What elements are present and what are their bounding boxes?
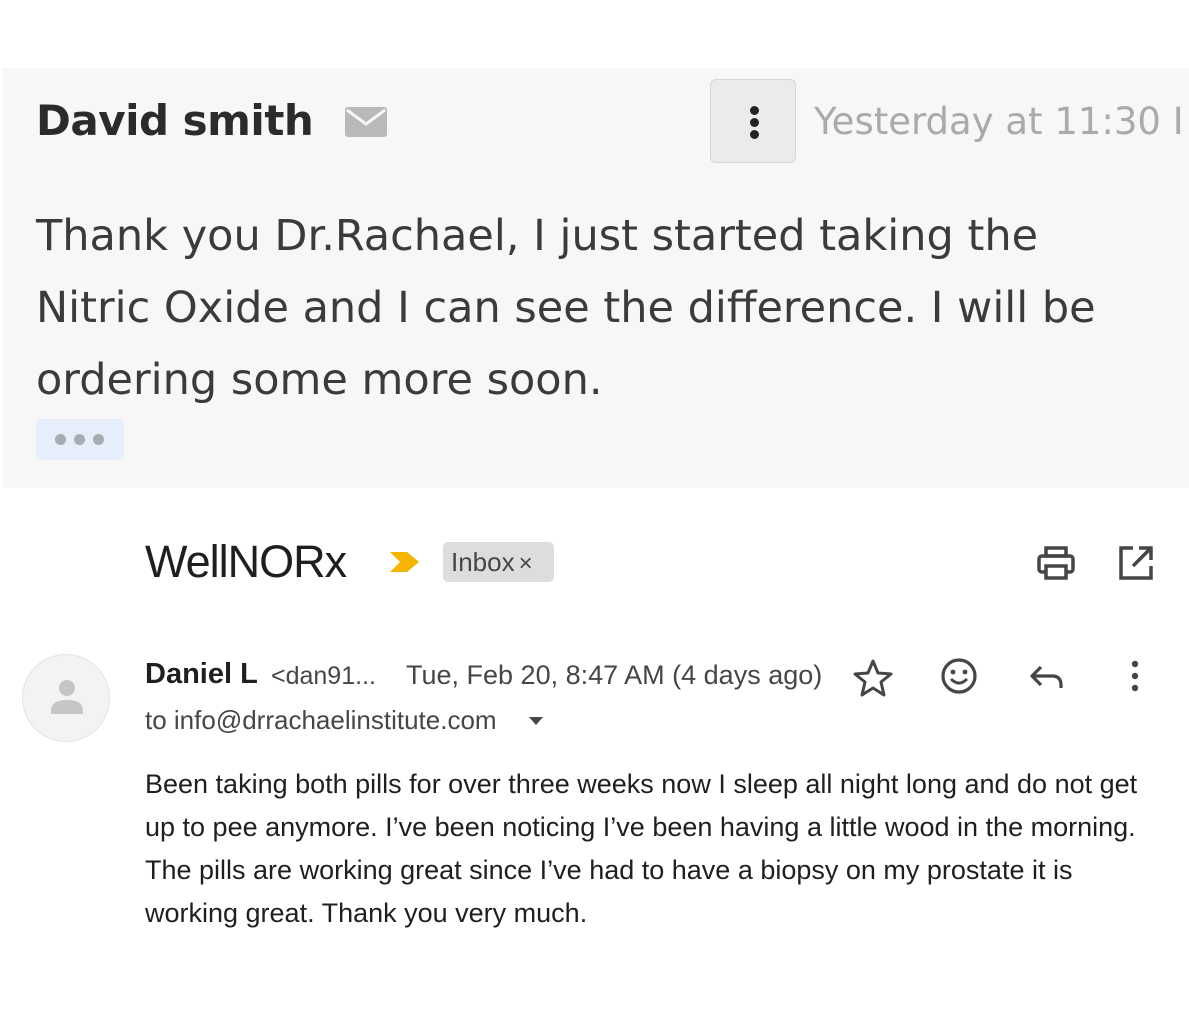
previous-more-options-button[interactable] xyxy=(710,79,796,163)
show-trimmed-content-button[interactable] xyxy=(36,419,124,460)
envelope-icon xyxy=(345,107,387,137)
sender-name: Daniel L xyxy=(145,658,258,690)
message-body: Been taking both pills for over three we… xyxy=(145,769,1138,928)
remove-label-icon[interactable]: × xyxy=(519,550,533,577)
thread-subject: WellNORx xyxy=(145,536,347,587)
smiley-icon[interactable] xyxy=(938,655,980,697)
message-date: Tue, Feb 20, 8:47 AM (4 days ago) xyxy=(406,660,823,690)
previous-timestamp: Yesterday at 11:30 I xyxy=(814,100,1184,143)
sender-avatar[interactable] xyxy=(22,654,110,742)
chevron-down-icon[interactable] xyxy=(527,715,545,727)
person-icon xyxy=(51,680,83,714)
sender-email: <dan91... xyxy=(271,662,376,690)
importance-marker-icon[interactable] xyxy=(388,549,422,575)
previous-sender-name: David smith xyxy=(36,96,314,145)
more-vertical-icon[interactable] xyxy=(1114,655,1156,697)
star-icon[interactable] xyxy=(852,657,894,699)
label-text: Inbox xyxy=(451,547,515,577)
more-vertical-icon xyxy=(750,106,759,115)
recipient-line: to info@drrachaelinstitute.com xyxy=(145,705,497,735)
previous-message-body: Thank you Dr.Rachael, I just started tak… xyxy=(36,211,1096,405)
reply-icon[interactable] xyxy=(1026,657,1068,699)
open-in-new-window-icon[interactable] xyxy=(1116,543,1156,583)
print-icon[interactable] xyxy=(1035,543,1077,583)
inbox-label-chip[interactable]: Inbox × xyxy=(443,542,554,582)
